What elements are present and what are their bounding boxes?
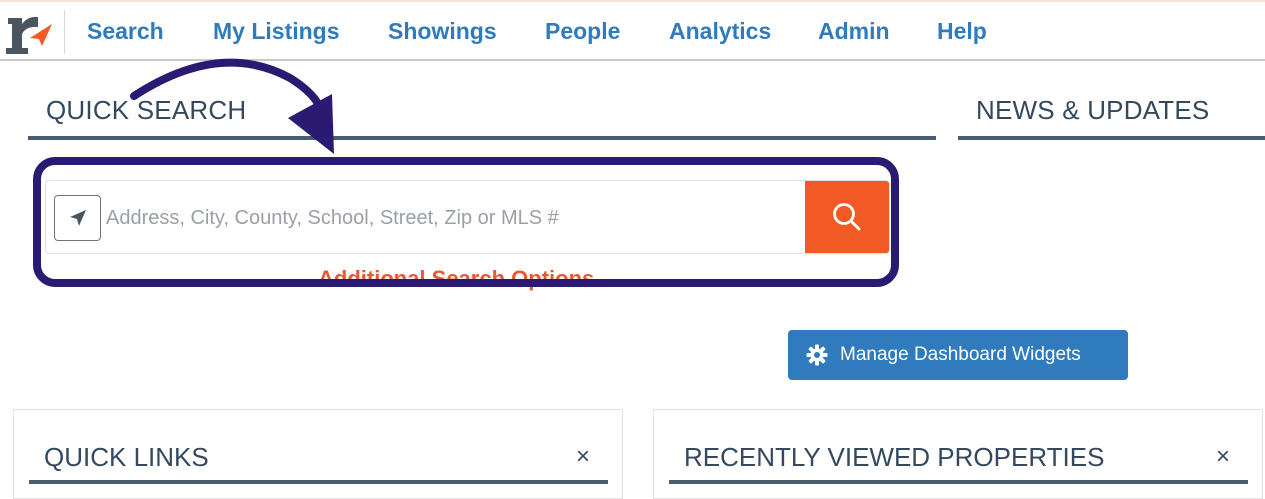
nav-showings[interactable]: Showings <box>388 18 497 45</box>
brand-logo[interactable] <box>2 8 62 58</box>
annotation-arrow-icon <box>130 58 334 154</box>
manage-dashboard-widgets-button[interactable]: Manage Dashboard Widgets <box>788 330 1128 380</box>
recently-viewed-title: RECENTLY VIEWED PROPERTIES <box>684 442 1105 472</box>
recently-viewed-panel: RECENTLY VIEWED PROPERTIES × <box>653 409 1263 499</box>
recently-viewed-rule <box>669 480 1248 484</box>
news-updates-rule <box>958 136 1265 140</box>
annotation-highlight-frame <box>33 157 899 287</box>
nav-analytics[interactable]: Analytics <box>669 18 771 45</box>
gear-icon <box>806 344 828 366</box>
manage-dashboard-widgets-label: Manage Dashboard Widgets <box>840 344 1081 365</box>
logo-divider <box>64 10 65 54</box>
nav-search[interactable]: Search <box>87 18 164 45</box>
news-updates-title: NEWS & UPDATES <box>976 95 1210 125</box>
quick-links-panel: QUICK LINKS × <box>13 409 623 499</box>
quick-links-rule <box>29 480 608 484</box>
nav-help[interactable]: Help <box>937 18 987 45</box>
recently-viewed-close-icon[interactable]: × <box>1216 443 1230 471</box>
quick-links-title: QUICK LINKS <box>44 442 209 472</box>
nav-admin[interactable]: Admin <box>818 18 890 45</box>
quick-links-close-icon[interactable]: × <box>576 443 590 471</box>
nav-people[interactable]: People <box>545 18 620 45</box>
nav-my-listings[interactable]: My Listings <box>213 18 340 45</box>
